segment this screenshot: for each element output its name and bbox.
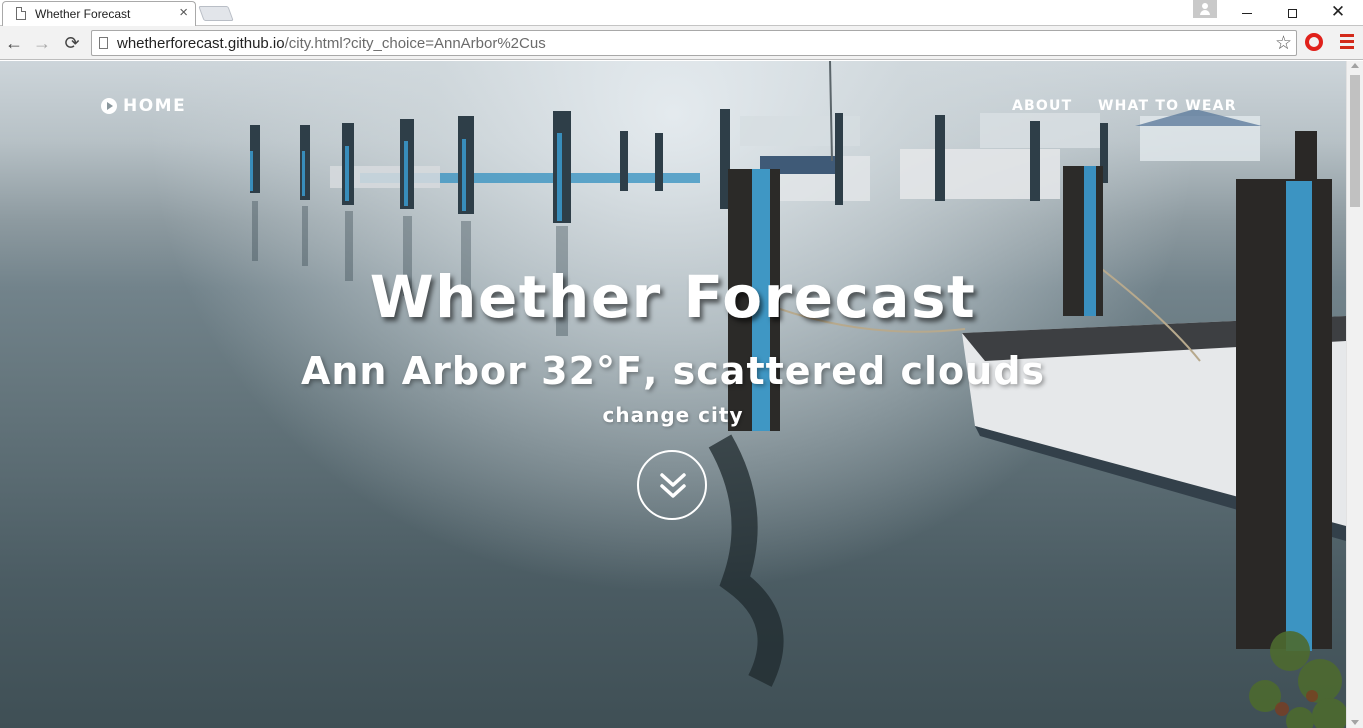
city-name: Ann Arbor	[300, 349, 527, 393]
profile-icon	[1202, 3, 1208, 9]
url-host: whetherforecast.github.io	[117, 35, 285, 52]
scrollbar-thumb[interactable]	[1350, 75, 1360, 207]
play-circle-icon	[101, 98, 117, 114]
page-icon	[99, 37, 108, 49]
browser-tab[interactable]: Whether Forecast ×	[2, 1, 196, 26]
minimize-button[interactable]	[1224, 0, 1270, 24]
browser-toolbar: ← → ⟳ whetherforecast.github.io/city.htm…	[0, 26, 1363, 60]
nav-what-to-wear-link[interactable]: WHAT TO WEAR	[1098, 98, 1237, 114]
hero-section: HOME ABOUT WHAT TO WEAR Whether Forecast…	[0, 61, 1346, 728]
address-bar[interactable]: whetherforecast.github.io/city.html?city…	[91, 30, 1297, 56]
scroll-down-arrow-icon[interactable]	[1351, 720, 1359, 725]
vertical-scrollbar[interactable]	[1346, 61, 1363, 728]
scroll-down-button[interactable]	[637, 450, 707, 520]
page-icon	[16, 7, 26, 20]
nav-about-link[interactable]: ABOUT	[1012, 98, 1072, 114]
url-path: /city.html?city_choice=AnnArbor%2Cus	[284, 35, 546, 52]
window-close-button[interactable]: ✕	[1315, 0, 1361, 24]
reload-button[interactable]: ⟳	[61, 32, 83, 54]
url-text[interactable]: whetherforecast.github.io/city.html?city…	[117, 35, 546, 52]
forward-button[interactable]: →	[31, 32, 53, 54]
back-button[interactable]: ←	[3, 32, 25, 54]
page-viewport: HOME ABOUT WHAT TO WEAR Whether Forecast…	[0, 61, 1363, 728]
new-tab-button[interactable]	[198, 6, 234, 21]
double-chevron-down-icon	[660, 473, 686, 498]
opera-icon[interactable]	[1305, 33, 1323, 51]
conditions-text: scattered clouds	[672, 349, 1046, 393]
harbor-background-image	[250, 61, 1346, 728]
tab-title: Whether Forecast	[35, 7, 131, 21]
temperature: 32°F	[541, 349, 643, 393]
bookmark-star-icon[interactable]: ☆	[1275, 32, 1292, 55]
tab-close-icon[interactable]: ×	[179, 5, 188, 21]
change-city-area: change city	[0, 403, 1346, 427]
browser-menu-icon[interactable]	[1340, 34, 1354, 50]
change-city-link[interactable]: change city	[603, 403, 744, 427]
weather-conditions: , scattered clouds	[642, 349, 1046, 393]
weather-summary: Ann Arbor 32°F, scattered clouds	[0, 349, 1346, 393]
profile-button[interactable]	[1193, 0, 1217, 18]
maximize-button[interactable]	[1269, 0, 1315, 24]
scroll-up-arrow-icon[interactable]	[1351, 63, 1359, 68]
home-label: HOME	[123, 96, 187, 116]
browser-tab-strip: Whether Forecast × ✕	[0, 0, 1363, 26]
brand-heading: Whether Forecast	[369, 263, 977, 331]
home-link[interactable]: HOME	[101, 96, 186, 116]
